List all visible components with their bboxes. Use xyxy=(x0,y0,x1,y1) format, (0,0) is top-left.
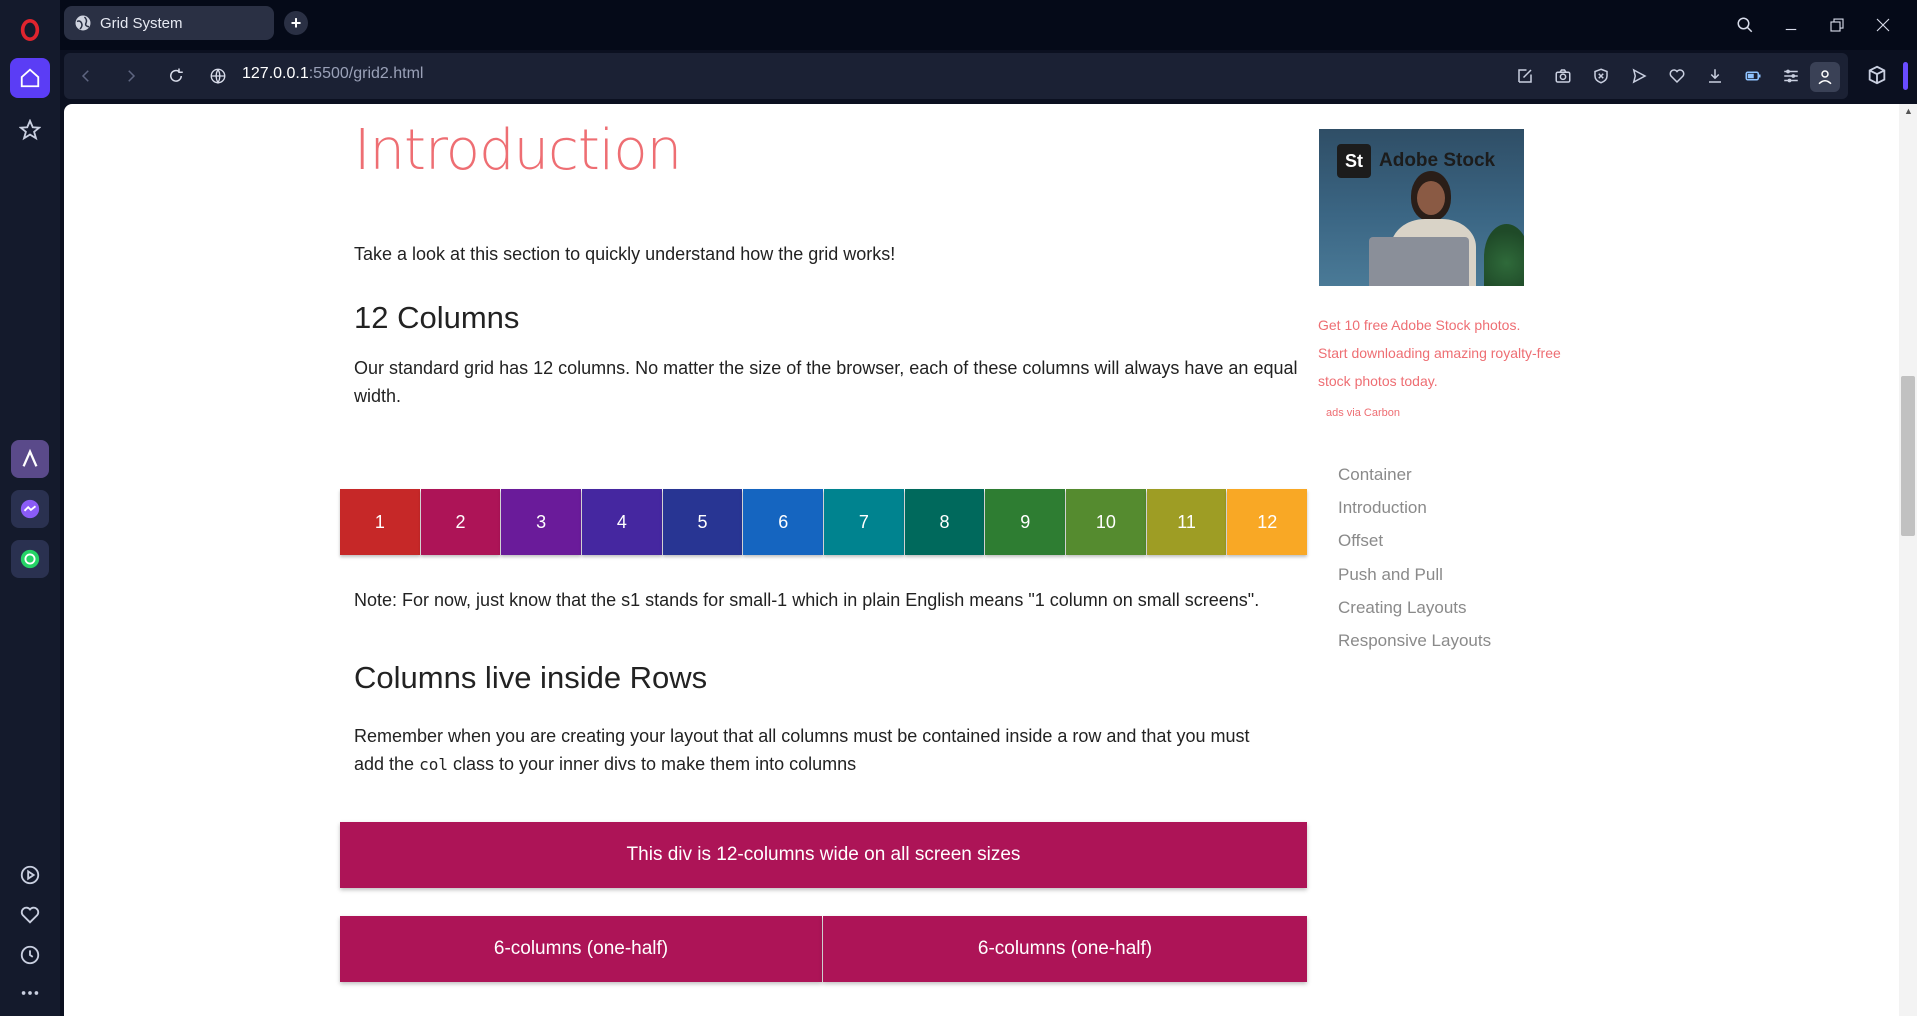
intro-paragraph: Take a look at this section to quickly u… xyxy=(354,244,896,264)
url-path: :5500/grid2.html xyxy=(308,65,424,82)
profile-avatar-icon[interactable] xyxy=(1810,62,1840,92)
grid-column-12: 12 xyxy=(1227,489,1308,555)
easy-setup-icon[interactable] xyxy=(1780,65,1802,87)
camera-icon[interactable] xyxy=(1552,65,1574,87)
grid-column-6: 6 xyxy=(743,489,824,555)
page-viewport: Introduction Take a look at this section… xyxy=(64,104,1917,1016)
globe-icon xyxy=(75,15,91,31)
heart-icon[interactable] xyxy=(10,895,50,935)
ad-text-line-1[interactable]: Get 10 free Adobe Stock photos. xyxy=(1318,317,1520,333)
restore-icon[interactable] xyxy=(1822,10,1852,40)
grid-column-10: 10 xyxy=(1066,489,1146,555)
whatsapp-icon[interactable] xyxy=(11,540,49,578)
toc-item-introduction[interactable]: Introduction xyxy=(1338,498,1427,518)
grid-column-5: 5 xyxy=(662,489,743,555)
tab-bar: Grid System + xyxy=(60,0,1917,50)
columns-rows-paragraph: Remember when you are creating your layo… xyxy=(354,722,1314,779)
messenger-icon[interactable] xyxy=(11,490,49,528)
new-tab-button[interactable]: + xyxy=(284,11,308,35)
rows-text-a: Remember when you are creating your layo… xyxy=(354,726,1250,746)
snapshot-edit-icon[interactable] xyxy=(1514,65,1536,87)
twelve-columns-paragraph: Our standard grid has 12 columns. No mat… xyxy=(354,358,1298,406)
full-width-box: This div is 12-columns wide on all scree… xyxy=(340,822,1307,888)
adblock-shield-icon[interactable] xyxy=(1590,65,1612,87)
ads-via-carbon-link[interactable]: ads via Carbon xyxy=(1326,407,1400,419)
grid-column-8: 8 xyxy=(904,489,985,555)
more-dots-icon[interactable] xyxy=(10,973,50,1013)
scrollbar-thumb[interactable] xyxy=(1901,376,1915,536)
home-icon[interactable] xyxy=(10,58,50,98)
sidebar-toggle-accent[interactable] xyxy=(1903,62,1908,90)
grid-column-2: 2 xyxy=(420,489,501,555)
bookmarks-star-icon[interactable] xyxy=(10,110,50,150)
adobe-stock-logo-mark: St xyxy=(1337,144,1371,178)
extensions-cube-icon[interactable] xyxy=(1866,64,1890,88)
send-icon[interactable] xyxy=(1628,65,1650,87)
note-paragraph: Note: For now, just know that the s1 sta… xyxy=(354,590,1260,610)
close-icon[interactable] xyxy=(1868,10,1898,40)
player-icon[interactable] xyxy=(10,855,50,895)
tab-title: Grid System xyxy=(100,14,183,32)
introduction-heading: Introduction xyxy=(354,118,682,183)
back-icon[interactable] xyxy=(74,64,98,88)
tab-grid-system[interactable]: Grid System xyxy=(64,6,274,40)
ad-text-line-2[interactable]: Start downloading amazing royalty-free xyxy=(1318,345,1561,361)
adobe-stock-brand: Adobe Stock xyxy=(1379,150,1496,171)
half-box-right: 6-columns (one-half) xyxy=(823,916,1307,982)
url-host: 127.0.0.1 xyxy=(242,65,309,82)
columns-rows-heading: Columns live inside Rows xyxy=(354,660,708,695)
toc-item-offset[interactable]: Offset xyxy=(1338,531,1383,551)
heart-outline-icon[interactable] xyxy=(1666,65,1688,87)
forward-icon[interactable] xyxy=(119,64,143,88)
opera-logo-icon[interactable] xyxy=(10,10,50,50)
reload-icon[interactable] xyxy=(164,64,188,88)
half-box-left: 6-columns (one-half) xyxy=(340,916,822,982)
grid-column-3: 3 xyxy=(501,489,582,555)
search-tabs-icon[interactable] xyxy=(1730,10,1760,40)
battery-saver-icon[interactable] xyxy=(1742,65,1764,87)
grid-column-9: 9 xyxy=(985,489,1066,555)
adobe-stock-ad-image[interactable]: St Adobe Stock xyxy=(1319,129,1524,286)
history-clock-icon[interactable] xyxy=(10,935,50,975)
grid-column-7: 7 xyxy=(824,489,904,555)
col-code: col xyxy=(419,755,448,774)
rows-text-b: add the xyxy=(354,754,420,774)
download-icon[interactable] xyxy=(1704,65,1726,87)
toc-item-container[interactable]: Container xyxy=(1338,465,1412,485)
aria-app-icon[interactable] xyxy=(11,440,49,478)
ad-text-line-3[interactable]: stock photos today. xyxy=(1318,373,1438,389)
toc-item-creating-layouts[interactable]: Creating Layouts xyxy=(1338,598,1467,618)
adobe-stock-logo: St Adobe Stock xyxy=(1337,144,1495,178)
grid-column-4: 4 xyxy=(582,489,662,555)
twelve-column-grid: 1 2 3 4 5 6 7 8 9 10 11 12 xyxy=(340,489,1308,555)
grid-column-1: 1 xyxy=(340,489,420,555)
grid-column-11: 11 xyxy=(1146,489,1227,555)
site-info-globe-icon[interactable] xyxy=(206,64,230,88)
toc-item-responsive-layouts[interactable]: Responsive Layouts xyxy=(1338,631,1491,651)
browser-sidebar xyxy=(0,0,60,1016)
page-scrollbar[interactable]: ▲ xyxy=(1899,104,1917,1016)
address-bar: 127.0.0.1:5500/grid2.html xyxy=(64,53,1848,99)
scroll-up-arrow-icon[interactable]: ▲ xyxy=(1904,106,1913,116)
rows-text-c: class to your inner divs to make them in… xyxy=(447,754,857,774)
url-input[interactable]: 127.0.0.1:5500/grid2.html xyxy=(242,65,423,83)
minimize-icon[interactable] xyxy=(1776,10,1806,40)
twelve-columns-heading: 12 Columns xyxy=(354,300,520,335)
toc-item-push-and-pull[interactable]: Push and Pull xyxy=(1338,565,1443,585)
